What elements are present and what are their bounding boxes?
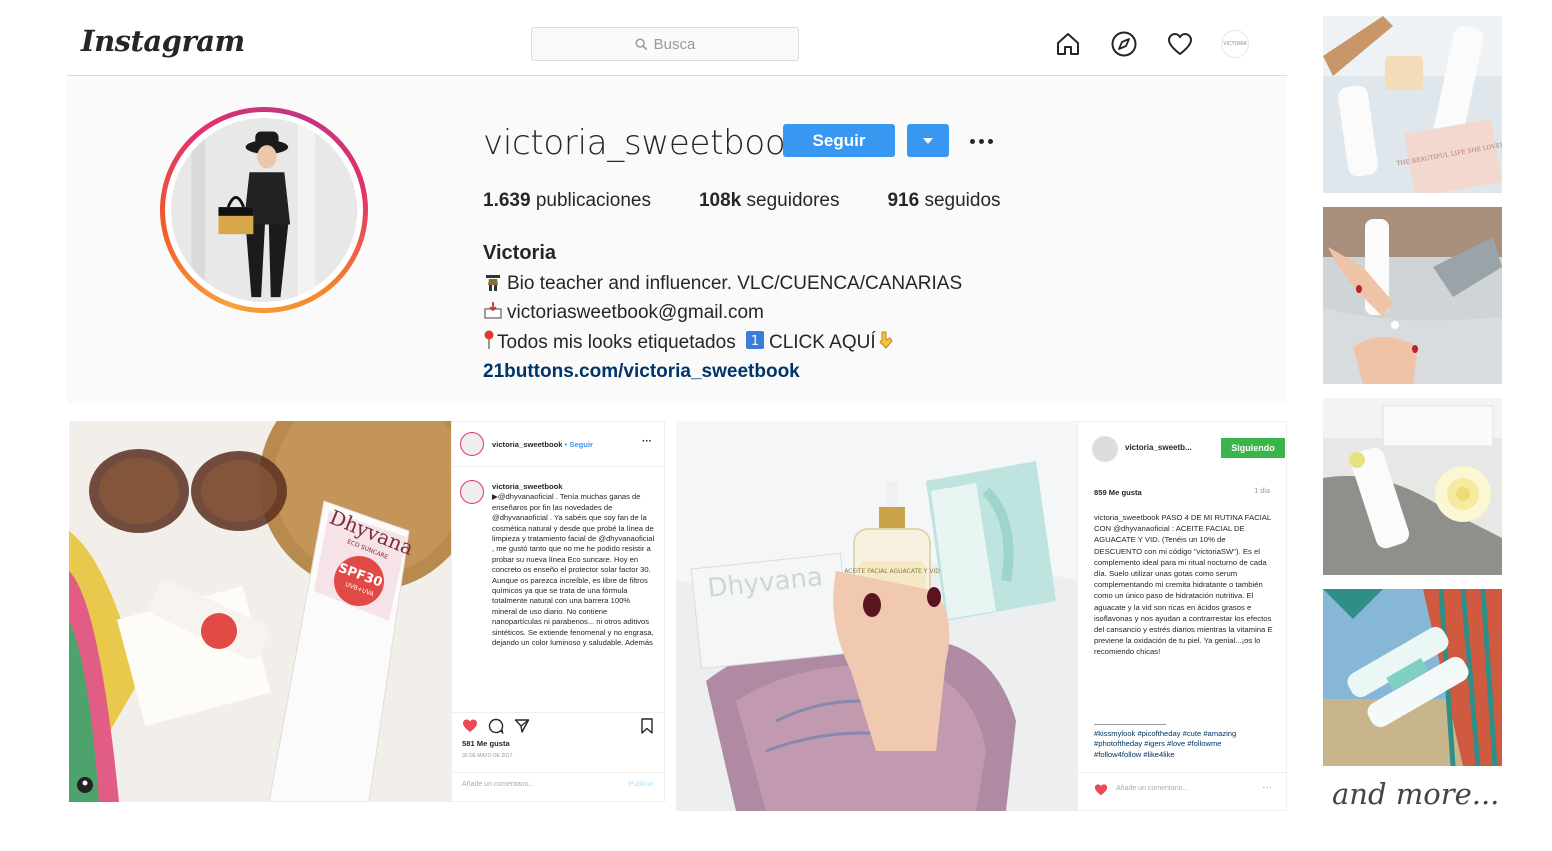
side-thumbnail-3[interactable] xyxy=(1323,398,1502,575)
profile-website-link[interactable]: 21buttons.com/victoria_sweetbook xyxy=(483,357,962,387)
profile-full-name: Victoria xyxy=(483,242,556,264)
side-photo-3-illustration xyxy=(1323,398,1502,575)
profile-stats: 1.639 publicaciones 108k seguidores 916 … xyxy=(483,190,1001,212)
svg-text:1: 1 xyxy=(751,334,759,349)
suggestions-dropdown-button[interactable] xyxy=(907,124,949,157)
activity-heart-icon[interactable] xyxy=(1165,29,1195,59)
sunscreen-flatlay-illustration: SPF30 UVB+UVA Dhyvana ECO SUNCARE xyxy=(69,421,451,802)
post2-hashtags[interactable]: #kissmylook #picoftheday #cute #amazing … xyxy=(1094,729,1266,760)
post-likes-count[interactable]: 581 Me gusta xyxy=(462,739,510,749)
profile-photo-illustration xyxy=(172,118,356,302)
post-caption: victoria_sweetbook ▶@dhyvanaoficial . Te… xyxy=(492,482,655,648)
caret-down-icon xyxy=(923,137,933,144)
nav-icons: VICTORIA xyxy=(1053,29,1249,59)
post-card-2: victoria_sweetb... Siguiendo 859 Me gust… xyxy=(1077,421,1287,811)
search-input[interactable]: Busca xyxy=(531,27,799,61)
top-navigation-bar: Instagram Busca VICTORIA xyxy=(67,0,1287,76)
profile-picture-ring xyxy=(160,107,368,313)
profile-header: victoria_sweetbook Seguir 1.639 publicac… xyxy=(67,77,1287,403)
side-thumbnail-2[interactable] xyxy=(1323,207,1502,384)
post2-caption: victoria_sweetbook PASO 4 DE MI RUTINA F… xyxy=(1094,513,1273,657)
bio-line: Bio teacher and influencer. VLC/CUENCA/C… xyxy=(483,269,962,299)
profile-picture[interactable] xyxy=(171,118,357,302)
home-icon[interactable] xyxy=(1053,29,1083,59)
profile-bio: Victoria Bio teacher and influencer. VLC… xyxy=(483,239,962,387)
follow-button[interactable]: Seguir xyxy=(783,124,895,157)
save-bookmark-icon[interactable] xyxy=(640,718,654,734)
side-photo-1-illustration: THE BEAUTIFUL LIFE SHE LOVED xyxy=(1323,16,1502,193)
side-photo-4-illustration xyxy=(1323,589,1502,766)
caption-author-avatar[interactable] xyxy=(460,480,484,504)
post2-time: 1 día xyxy=(1254,488,1270,495)
stat-posts[interactable]: 1.639 publicaciones xyxy=(483,190,651,212)
side-thumbnail-4[interactable] xyxy=(1323,589,1502,766)
stat-followers[interactable]: 108k seguidores xyxy=(699,190,840,212)
pushpin-icon xyxy=(484,330,494,349)
post2-author-avatar[interactable] xyxy=(1092,436,1118,462)
more-options-button[interactable] xyxy=(965,127,997,155)
post2-author-name[interactable]: victoria_sweetb... xyxy=(1125,443,1192,453)
post-more-options[interactable]: ··· xyxy=(642,436,652,447)
post2-comment-input[interactable]: Añade un comentario... xyxy=(1116,785,1188,792)
bio-looks-line: Todos mis looks etiquetados 1 CLICK AQUÍ xyxy=(483,328,962,358)
pointing-down-icon xyxy=(878,331,893,349)
explore-icon[interactable] xyxy=(1109,29,1139,59)
post-photo-face-oil[interactable]: Dhyvana ACEITE FACIAL AGUACATE Y VID xyxy=(676,421,1077,811)
side-photo-2-illustration xyxy=(1323,207,1502,384)
post-card-1: victoria_sweetbook • Seguir ··· victoria… xyxy=(451,421,665,802)
profile-avatar[interactable]: VICTORIA xyxy=(1221,30,1249,58)
bio-email-line: victoriasweetbook@gmail.com xyxy=(483,298,962,328)
post-author-name[interactable]: victoria_sweetbook • Seguir xyxy=(492,440,593,450)
post-author-avatar[interactable] xyxy=(460,432,484,456)
following-button[interactable]: Siguiendo xyxy=(1221,438,1285,458)
publish-comment-button[interactable]: Publicar xyxy=(629,781,654,788)
bottle-label: ACEITE FACIAL AGUACATE Y VID xyxy=(844,568,940,575)
post-actions xyxy=(462,718,530,734)
face-oil-illustration: Dhyvana ACEITE FACIAL AGUACATE Y VID xyxy=(676,421,1077,811)
post2-like-heart-icon[interactable] xyxy=(1094,783,1108,797)
teacher-emoji-icon xyxy=(486,274,500,291)
post2-more-options[interactable]: ··· xyxy=(1262,782,1272,793)
post2-likes-count[interactable]: 859 Me gusta xyxy=(1094,488,1142,498)
comment-input[interactable]: Añade un comentario... xyxy=(462,781,534,788)
instagram-logo[interactable]: Instagram xyxy=(81,24,245,58)
stat-following[interactable]: 916 seguidos xyxy=(887,190,1000,212)
inbox-tray-icon xyxy=(484,302,502,319)
like-heart-icon[interactable] xyxy=(462,718,478,734)
post-photo-sunscreen[interactable]: SPF30 UVB+UVA Dhyvana ECO SUNCARE xyxy=(69,421,451,802)
keycap-one-icon: 1 xyxy=(745,330,764,349)
comment-icon[interactable] xyxy=(488,718,504,734)
and-more-caption: and more... xyxy=(1332,777,1500,811)
side-thumbnail-1[interactable]: THE BEAUTIFUL LIFE SHE LOVED xyxy=(1323,16,1502,193)
profile-username: victoria_sweetbook xyxy=(483,123,805,163)
post-date: 30 DE MAYO DE 2017 xyxy=(462,753,513,759)
avatar-text: VICTORIA xyxy=(1223,41,1247,47)
share-icon[interactable] xyxy=(514,718,530,734)
search-placeholder: Busca xyxy=(653,35,696,53)
search-icon xyxy=(635,37,647,50)
